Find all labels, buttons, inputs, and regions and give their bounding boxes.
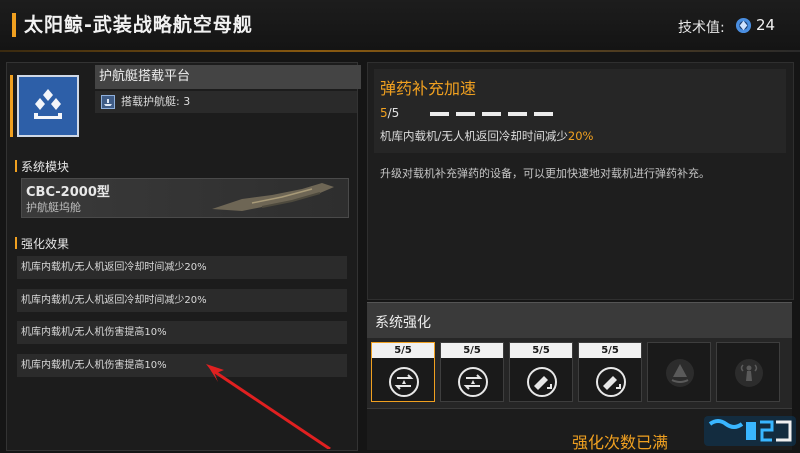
page-title: 太阳鲸-武装战略航空母舰 [24,14,253,36]
level-pip [430,112,449,116]
skill-effect: 机库内载机/无人机返回冷却时间减少20% [380,129,594,143]
level-pips [430,112,570,116]
upgrade-header: 系统强化 [367,302,792,339]
skill-level: 5/5 [380,106,400,120]
top-bar: 太阳鲸-武装战略航空母舰 技术值: 24 [0,0,800,51]
tech-point-icon [735,17,752,34]
level-pip [508,112,527,116]
platform-name: 护航艇搭载平台 [95,65,361,89]
upgrade-slot-locked[interactable] [716,342,780,402]
locked-cone-icon [666,359,694,387]
skill-detail-card: 弹药补充加速 5/5 机库内载机/无人机返回冷却时间减少20% 升级对载机补充弹… [367,62,794,300]
effect-row: 机库内载机/无人机返回冷却时间减少20% [17,256,347,279]
effect-row: 机库内载机/无人机返回冷却时间减少20% [17,289,347,312]
slot-count: 5/5 [372,343,434,358]
module-art [212,183,334,211]
upgrade-slot[interactable]: 5/5 [509,342,573,402]
slot-count: 5/5 [441,343,503,358]
module-section-label: 系统模块 [15,158,69,175]
capacity-text: 搭载护航艇: 3 [121,95,191,108]
drone-reload-icon [389,367,419,397]
skill-description: 升级对载机补充弹药的设备，可以更加快速地对载机进行弹药补充。 [380,167,710,180]
upgrade-slot[interactable]: 5/5 [578,342,642,402]
drone-damage-icon [596,367,626,397]
upgrade-status: 强化次数已满 [572,433,669,452]
module-name: CBC-2000型 [26,185,110,200]
module-subtitle: 护航艇坞舱 [26,201,81,214]
drone-damage-icon [527,367,557,397]
escort-boat-icon [101,95,115,109]
locked-beacon-icon [735,359,763,387]
level-pip [534,112,553,116]
level-pip [482,112,501,116]
slot-count: 5/5 [510,343,572,358]
skill-summary: 弹药补充加速 5/5 机库内载机/无人机返回冷却时间减少20% [374,69,786,153]
effect-row: 机库内载机/无人机伤害提高10% [17,321,347,344]
platform-tile[interactable] [17,75,79,137]
skill-name: 弹药补充加速 [380,79,477,98]
site-watermark-logo [704,416,796,446]
selection-marker [10,75,13,137]
tech-value: 24 [756,16,776,34]
upgrade-slot[interactable]: 5/5 [440,342,504,402]
title-accent [12,13,16,37]
ship-platform-icon [34,89,62,119]
upgrade-title: 系统强化 [375,315,431,331]
upgrade-slot-locked[interactable] [647,342,711,402]
module-card[interactable]: CBC-2000型 护航艇坞舱 [21,178,349,218]
tech-value-label: 技术值: [678,20,725,36]
effects-section-label: 强化效果 [15,235,69,252]
upgrade-slot[interactable]: 5/5 [371,342,435,402]
top-divider [0,50,800,52]
level-pip [456,112,475,116]
drone-reload-icon [458,367,488,397]
annotation-arrow [206,364,331,449]
slot-count: 5/5 [579,343,641,358]
platform-capacity: 搭载护航艇: 3 [95,91,357,113]
